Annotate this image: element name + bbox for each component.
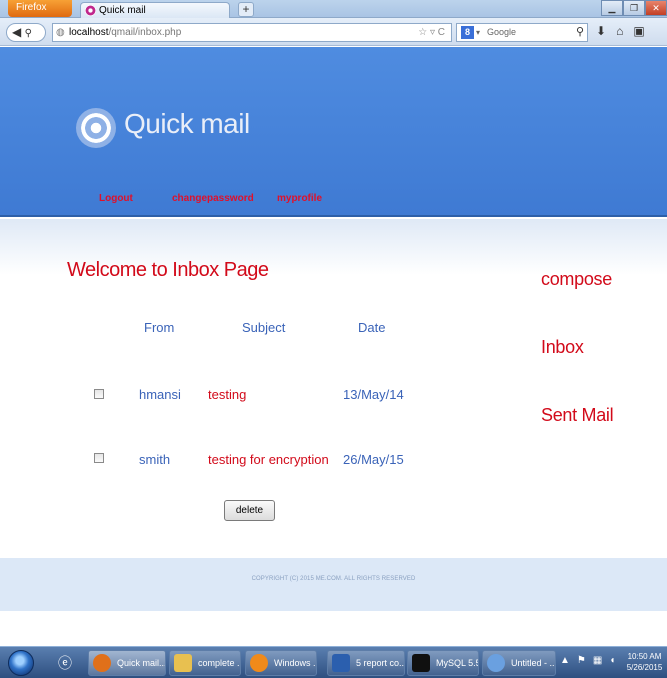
window-controls: ▁ ❐ ✕ bbox=[601, 0, 667, 16]
dropdown-arrow-icon[interactable]: ▿ bbox=[430, 27, 435, 38]
search-placeholder: Google bbox=[487, 27, 517, 37]
word-document-icon bbox=[332, 654, 350, 672]
column-header-subject: Subject bbox=[242, 320, 286, 335]
tab-title: Quick mail bbox=[99, 5, 146, 16]
taskbar-item-label: Quick mail... bbox=[117, 658, 166, 668]
taskbar-item-complete[interactable]: complete ... bbox=[169, 650, 241, 676]
column-header-from: From bbox=[144, 320, 175, 335]
cell-subject[interactable]: testing bbox=[208, 387, 246, 402]
browser-navbar: ◀ ⚲ ◍ localhost/qmail/inbox.php ☆ ▿ C 8 … bbox=[0, 18, 667, 46]
taskbar-clock[interactable]: 10:50 AM 5/26/2015 bbox=[622, 651, 667, 673]
browser-titlebar: Firefox Quick mail + ▁ ❐ ✕ bbox=[0, 0, 667, 18]
tab-quick-mail[interactable]: Quick mail bbox=[80, 2, 230, 18]
toolbar-icons: ⬇ ⌂ ▣ bbox=[596, 24, 645, 38]
site-footer: COPYRIGHT (C) 2015 ME.COM. ALL RIGHTS RE… bbox=[0, 558, 667, 611]
back-forward-buttons[interactable]: ◀ ⚲ bbox=[6, 23, 46, 42]
taskbar-item-quick-mail[interactable]: Quick mail... bbox=[88, 650, 166, 676]
identity-icon[interactable]: ⚲ bbox=[25, 28, 32, 39]
back-arrow-icon[interactable]: ◀ bbox=[12, 25, 21, 39]
close-icon[interactable]: ✕ bbox=[645, 0, 667, 16]
cell-date: 26/May/15 bbox=[343, 452, 404, 467]
changepassword-link[interactable]: changepassword bbox=[172, 193, 254, 204]
url-path: /qmail/inbox.php bbox=[108, 27, 182, 38]
mysql-console-icon bbox=[412, 654, 430, 672]
network-icon[interactable]: ▦ bbox=[593, 655, 602, 666]
google-icon[interactable]: 8 bbox=[461, 26, 474, 39]
cell-subject[interactable]: testing for encryption bbox=[208, 452, 329, 467]
minimize-icon[interactable]: ▁ bbox=[601, 0, 623, 16]
search-bar[interactable]: 8 ▾ Google ⚲ bbox=[456, 23, 588, 42]
taskbar-item-windows[interactable]: Windows ... bbox=[245, 650, 317, 676]
taskbar-item-label: Windows ... bbox=[274, 658, 317, 668]
menu-icon[interactable]: ▣ bbox=[633, 24, 644, 38]
bookmark-star-icon[interactable]: ☆ bbox=[418, 27, 427, 38]
cell-from: smith bbox=[139, 452, 171, 467]
row-checkbox[interactable] bbox=[94, 389, 104, 399]
delete-button[interactable]: delete bbox=[224, 500, 275, 521]
globe-icon: ◍ bbox=[56, 27, 65, 38]
reload-icon[interactable]: C bbox=[438, 27, 445, 38]
inbox-content: Welcome to Inbox Page compose Inbox Sent… bbox=[0, 219, 667, 529]
new-tab-button[interactable]: + bbox=[238, 2, 254, 17]
quick-mail-logo-icon bbox=[76, 108, 116, 148]
paint-icon bbox=[487, 654, 505, 672]
volume-icon[interactable]: ◖ bbox=[609, 655, 615, 666]
folder-icon bbox=[174, 654, 192, 672]
firefox-icon bbox=[93, 654, 111, 672]
internet-explorer-icon[interactable]: ⓔ bbox=[50, 650, 80, 676]
inbox-link[interactable]: Inbox bbox=[541, 337, 584, 358]
page-title: Welcome to Inbox Page bbox=[67, 259, 269, 281]
firefox-menu-button[interactable]: Firefox bbox=[8, 0, 72, 17]
cell-date: 13/May/14 bbox=[343, 387, 404, 402]
url-bar-icons: ☆ ▿ C bbox=[418, 24, 445, 41]
search-icon[interactable]: ⚲ bbox=[576, 24, 584, 41]
url-bar[interactable]: ◍ localhost/qmail/inbox.php ☆ ▿ C bbox=[52, 23, 452, 42]
compose-link[interactable]: compose bbox=[541, 269, 612, 290]
taskbar-item-label: complete ... bbox=[198, 658, 241, 668]
taskbar-item-untitled[interactable]: Untitled - ... bbox=[482, 650, 556, 676]
system-tray: ▲ ⚑ ▦ ◖ bbox=[560, 655, 615, 666]
site-header: Quick mail Logout changepassword myprofi… bbox=[0, 47, 667, 217]
search-dropdown-icon[interactable]: ▾ bbox=[476, 24, 480, 41]
home-icon[interactable]: ⌂ bbox=[616, 24, 623, 38]
windows-taskbar: ⓔ Quick mail... complete ... Windows ...… bbox=[0, 646, 667, 678]
row-checkbox[interactable] bbox=[94, 453, 104, 463]
media-player-icon bbox=[250, 654, 268, 672]
myprofile-link[interactable]: myprofile bbox=[277, 193, 322, 204]
url-host: localhost bbox=[69, 27, 109, 38]
taskbar-item-report[interactable]: 5 report co... bbox=[327, 650, 405, 676]
taskbar-item-mysql[interactable]: MySQL 5.5... bbox=[407, 650, 479, 676]
quick-mail-favicon-icon bbox=[85, 5, 96, 16]
taskbar-item-label: MySQL 5.5... bbox=[436, 658, 478, 668]
cell-from: hmansi bbox=[139, 387, 181, 402]
flag-icon[interactable]: ⚑ bbox=[577, 655, 586, 666]
windows-start-icon[interactable] bbox=[8, 650, 34, 676]
tray-expand-icon[interactable]: ▲ bbox=[560, 655, 570, 666]
taskbar-item-label: 5 report co... bbox=[356, 658, 405, 668]
column-header-date: Date bbox=[358, 320, 386, 335]
maximize-icon[interactable]: ❐ bbox=[623, 0, 645, 16]
download-icon[interactable]: ⬇ bbox=[596, 24, 606, 38]
taskbar-item-label: Untitled - ... bbox=[511, 658, 556, 668]
logout-link[interactable]: Logout bbox=[99, 193, 133, 204]
site-logo: Quick mail bbox=[124, 108, 250, 139]
clock-time: 10:50 AM bbox=[627, 652, 662, 661]
copyright-text: COPYRIGHT (C) 2015 ME.COM. ALL RIGHTS RE… bbox=[251, 576, 416, 582]
sent-mail-link[interactable]: Sent Mail bbox=[541, 405, 614, 426]
clock-date: 5/26/2015 bbox=[626, 663, 663, 672]
